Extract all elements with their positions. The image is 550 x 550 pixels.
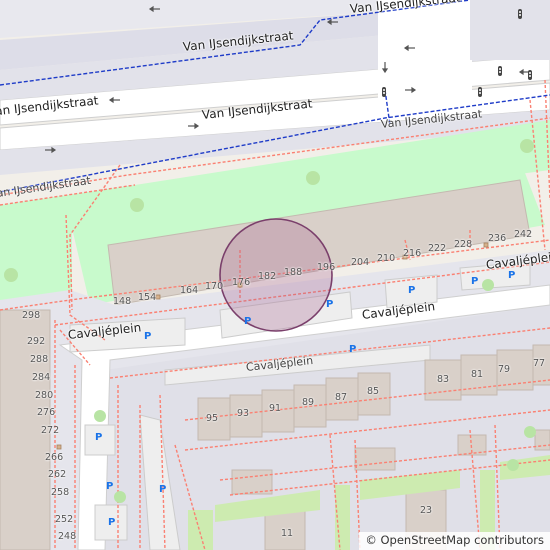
traffic-signal-icon (382, 87, 386, 97)
map-canvas[interactable] (0, 0, 550, 550)
parking-area-3 (384, 274, 438, 309)
corner-area (470, 0, 550, 60)
traffic-signal-icon (478, 87, 482, 97)
building-left (0, 309, 51, 550)
crossing-street (378, 0, 472, 100)
traffic-signal-icon (528, 70, 532, 80)
location-marker-circle[interactable] (219, 218, 333, 332)
traffic-signal-icon (498, 66, 502, 76)
copyright-symbol: © (365, 533, 377, 547)
attribution-link[interactable]: OpenStreetMap contributors (380, 533, 544, 547)
map-attribution: © OpenStreetMap contributors (359, 532, 550, 550)
parking-area-7 (94, 504, 128, 541)
parking-area-6 (84, 424, 116, 456)
traffic-signal-icon (518, 9, 522, 19)
